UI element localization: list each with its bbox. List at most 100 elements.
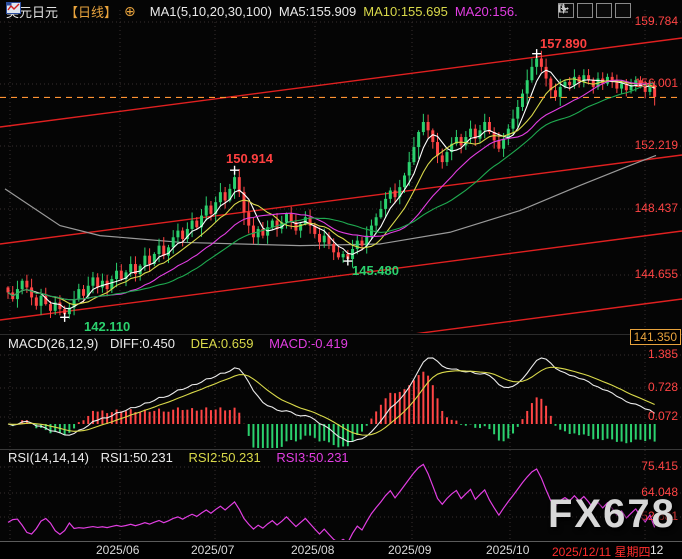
time-axis-label: 2025/07 bbox=[191, 543, 234, 557]
candle bbox=[318, 234, 321, 242]
candle bbox=[176, 231, 179, 238]
candle bbox=[285, 214, 288, 222]
ma5-line bbox=[8, 70, 655, 309]
axis-price-box: 141.350 bbox=[630, 329, 681, 345]
candle bbox=[422, 122, 425, 132]
period-label: 【日线】 bbox=[65, 2, 117, 21]
candle bbox=[247, 212, 250, 225]
chart-toolbar bbox=[558, 3, 631, 18]
title-bar: 美元日元 【日线】 ⊕ MA1(5,10,20,30,100) MA5:155.… bbox=[6, 2, 518, 20]
candle bbox=[143, 256, 146, 266]
price-axis-label: 148.437 bbox=[635, 201, 678, 215]
axis-right-icon[interactable] bbox=[596, 3, 612, 18]
candle bbox=[408, 162, 411, 175]
candle bbox=[615, 82, 618, 89]
candle bbox=[40, 296, 43, 306]
candle bbox=[568, 82, 571, 85]
extreme-cross-marker bbox=[343, 257, 352, 266]
candle bbox=[120, 271, 123, 279]
candle bbox=[412, 147, 415, 162]
pane-divider-macd bbox=[0, 334, 682, 335]
candle bbox=[384, 199, 387, 209]
candle bbox=[342, 254, 345, 257]
candle bbox=[25, 281, 28, 288]
time-axis-label: 2025/09 bbox=[388, 543, 431, 557]
candle bbox=[526, 80, 529, 93]
annotation-mid-peak: 150.914 bbox=[226, 151, 273, 166]
candle bbox=[620, 84, 623, 89]
candle bbox=[530, 67, 533, 80]
price-axis-label: 1.385 bbox=[648, 347, 678, 361]
candle bbox=[483, 122, 486, 130]
extreme-cross-marker bbox=[230, 166, 239, 175]
time-axis-last: 12 bbox=[650, 543, 663, 557]
candle bbox=[361, 241, 364, 246]
price-axis-label: 159.784 bbox=[635, 14, 678, 28]
macd-diff-value: DIFF:0.450 bbox=[110, 336, 175, 351]
candle bbox=[158, 246, 161, 254]
candle bbox=[516, 107, 519, 119]
ma10-value: MA10:155.695 bbox=[363, 4, 448, 19]
candle bbox=[101, 281, 104, 288]
price-axis-label: 0.728 bbox=[648, 380, 678, 394]
price-axis-label: 0.072 bbox=[648, 409, 678, 423]
macd-value: MACD:-0.419 bbox=[269, 336, 348, 351]
macd-dea-value: DEA:0.659 bbox=[191, 336, 254, 351]
candle bbox=[233, 177, 236, 189]
rsi1-value: RSI1:50.231 bbox=[101, 450, 173, 465]
candle bbox=[521, 94, 524, 107]
rsi-label-row: RSI(14,14,14) RSI1:50.231 RSI2:50.231 RS… bbox=[8, 450, 349, 465]
candle bbox=[77, 289, 80, 299]
axis-left-icon[interactable] bbox=[577, 3, 593, 18]
candle bbox=[195, 221, 198, 228]
candle bbox=[271, 221, 274, 228]
extreme-cross-marker bbox=[60, 313, 69, 322]
candle bbox=[445, 152, 448, 162]
macd-name: MACD(26,12,9) bbox=[8, 336, 98, 351]
candle bbox=[21, 281, 24, 289]
macd-pane[interactable] bbox=[8, 358, 655, 456]
candle bbox=[82, 289, 85, 296]
candle bbox=[497, 140, 500, 148]
candle bbox=[7, 287, 10, 292]
watermark: FX678 bbox=[548, 492, 676, 537]
candle bbox=[96, 277, 99, 287]
candle bbox=[389, 191, 392, 199]
rsi-name: RSI(14,14,14) bbox=[8, 450, 89, 465]
candle bbox=[379, 209, 382, 217]
candle bbox=[129, 264, 132, 272]
price-axis-label: 156.001 bbox=[635, 76, 678, 90]
candle bbox=[323, 236, 326, 243]
candle bbox=[535, 58, 538, 66]
candle bbox=[35, 297, 38, 305]
candle bbox=[181, 231, 184, 239]
time-axis-label: 2025/08 bbox=[291, 543, 334, 557]
candle bbox=[512, 119, 515, 129]
ma20-value: MA20:156. bbox=[455, 4, 518, 19]
dea-line bbox=[8, 367, 655, 435]
annotation-pullback-low: 145.480 bbox=[352, 263, 399, 278]
chart-window: 美元日元 【日线】 ⊕ MA1(5,10,20,30,100) MA5:155.… bbox=[0, 0, 682, 559]
candle bbox=[205, 206, 208, 216]
candle bbox=[172, 237, 175, 247]
ma5-value: MA5:155.909 bbox=[279, 4, 356, 19]
candle bbox=[427, 122, 430, 130]
macd-label-row: MACD(26,12,9) DIFF:0.450 DEA:0.659 MACD:… bbox=[8, 336, 348, 351]
zoom-plus-icon[interactable]: ⊕ bbox=[124, 4, 136, 18]
candle bbox=[554, 90, 557, 97]
candle bbox=[559, 87, 562, 97]
candle bbox=[30, 287, 33, 297]
trend-channel-line[interactable] bbox=[0, 155, 682, 244]
time-axis-label: 2025/06 bbox=[96, 543, 139, 557]
annotation-range-low: 142.110 bbox=[84, 319, 130, 334]
candle bbox=[375, 217, 378, 225]
price-axis-label: 144.655 bbox=[635, 267, 678, 281]
candle bbox=[115, 271, 118, 279]
price-axis-label: 152.219 bbox=[635, 138, 678, 152]
chart-canvas[interactable] bbox=[0, 0, 682, 559]
candle bbox=[337, 252, 340, 257]
candle bbox=[460, 137, 463, 145]
collapse-right-icon[interactable] bbox=[615, 3, 631, 18]
rsi3-value: RSI3:50.231 bbox=[276, 450, 348, 465]
candle bbox=[252, 226, 255, 238]
